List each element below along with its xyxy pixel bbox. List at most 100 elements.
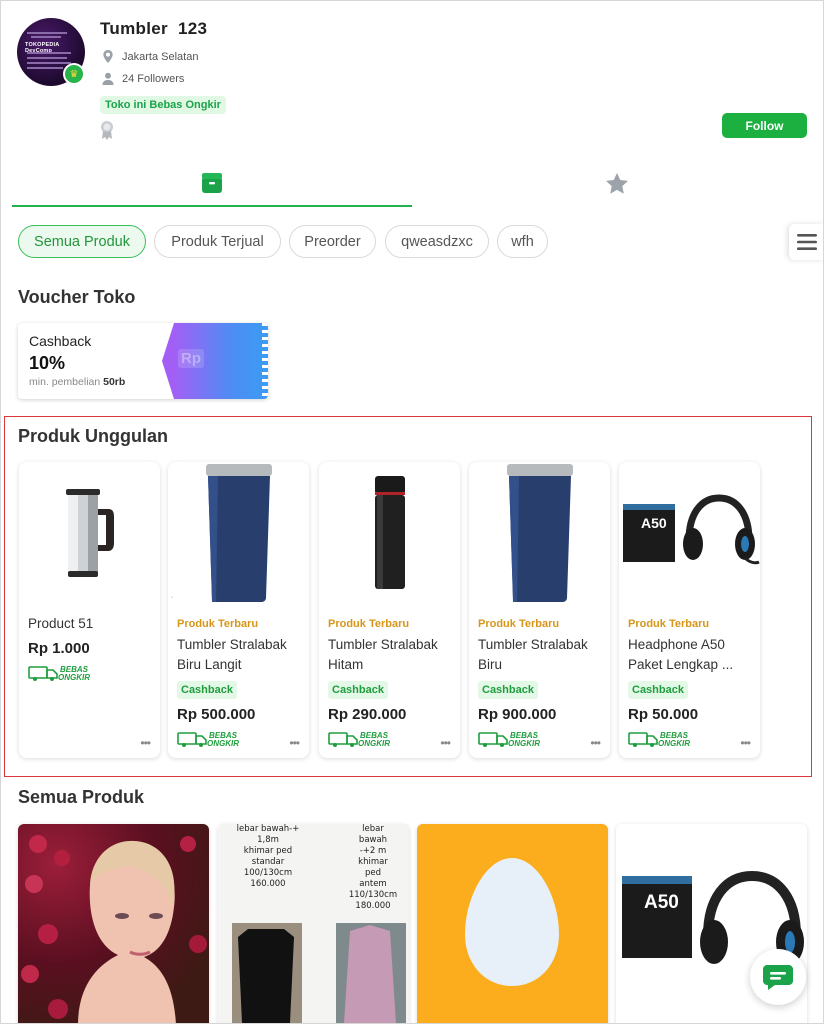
tile-text-line: 110/130cm [348,890,398,900]
cashback-badge: Cashback [628,681,688,699]
more-options-icon[interactable]: ••• [140,737,151,749]
tile-text-line: khimar [358,857,388,867]
product-image: ◔ [168,462,309,603]
chip-semua-produk[interactable]: Semua Produk [18,225,146,258]
product-card[interactable]: Product 51 Rp 1.000 BEBAS ONGKIR ••• [19,462,160,758]
cashback-badge: Cashback [177,681,237,699]
tile-text-line: lebar bawah-+ [236,824,300,834]
product-name: Headphone A50 Paket Lengkap ... [628,637,734,672]
product-label: Produk Terbaru [478,618,560,630]
product-tile[interactable] [417,824,608,1023]
blue-tumbler-image [507,464,573,602]
shop-name: Tumbler 123 [100,19,208,38]
ship-line2: ONGKIR [508,739,540,748]
product-card[interactable]: A50 Produk Terbaru Headphone A50 Paket L… [619,462,760,758]
svg-text:A50: A50 [644,892,679,913]
product-image [469,462,610,603]
tile-text-line: standar [251,857,285,867]
product-card[interactable]: Produk Terbaru Tumbler Stralabak Biru Ca… [469,462,610,758]
chat-button[interactable] [750,949,806,1005]
egg-placeholder-image [465,858,559,986]
chip-preorder[interactable]: Preorder [289,225,376,258]
shop-page: TOKOPEDIA DevComp ♛ Tumbler 123 Jakarta … [0,0,824,1024]
chip-produk-terjual[interactable]: Produk Terjual [154,225,281,258]
product-image [19,462,160,603]
free-shipping-badge-icon: BEBAS ONGKIR [28,665,90,682]
featured-section-title: Produk Unggulan [18,426,168,446]
shop-followers: 24 Followers [102,72,184,85]
steel-mug-image [65,488,114,577]
product-name: Tumbler Stralabak Biru [478,637,588,672]
tile-text-left: lebar bawah-+ 1,8m khimar ped standar 10… [228,824,308,890]
star-icon [606,173,628,194]
product-card[interactable]: Produk Terbaru Tumbler Stralabak Hitam C… [319,462,460,758]
headphone-image: A50 [623,494,760,565]
product-label: Produk Terbaru [328,618,410,630]
product-name: Tumbler Stralabak Biru Langit [177,637,287,672]
product-price: Rp 900.000 [478,706,557,723]
more-options-icon[interactable]: ••• [740,737,751,749]
hamburger-icon [797,234,817,250]
avatar-line [27,57,67,59]
chat-icon [763,965,793,990]
free-shipping-tag: Toko ini Bebas Ongkir [100,96,226,114]
avatar-line [27,62,71,64]
tile-text-right: lebar bawah -+2 m khimar ped antem 110/1… [343,824,403,912]
avatar-line [27,67,63,69]
shop-location: Jakarta Selatan [102,50,198,63]
khimar-photo [232,923,406,1023]
voucher-section-title: Voucher Toko [18,287,136,307]
location-text: Jakarta Selatan [122,50,199,63]
product-name: Product 51 [28,616,94,631]
crown-icon: ♛ [65,65,83,83]
location-pin-icon [103,50,113,63]
tile-text-line: antem [359,879,387,889]
tab-reviews[interactable] [417,161,817,207]
shop-bag-icon [202,173,222,193]
product-image: A50 [619,462,760,603]
rp-badge-icon: Rp [178,349,204,368]
tile-text-line: 1,8m [257,835,279,845]
voucher-min-purchase: min. pembelian 50rb [29,376,125,388]
voucher-value: 10% [29,353,66,373]
person-icon [102,72,114,85]
product-price: Rp 1.000 [28,640,90,657]
ship-line2: ONGKIR [207,739,239,748]
chip-qweasdzxc[interactable]: qweasdzxc [385,225,489,258]
blue-tumbler-image: ◔ [170,464,272,602]
product-price: Rp 290.000 [328,706,407,723]
follow-button[interactable]: Follow [722,113,807,138]
tile-text-line: khimar ped [243,846,293,856]
more-options-icon[interactable]: ••• [440,737,451,749]
avatar-line [27,32,67,34]
product-price: Rp 500.000 [177,706,256,723]
free-shipping-badge-icon: BEBAS ONGKIR [328,731,390,748]
voucher-notch [262,323,268,399]
free-shipping-badge-icon: BEBAS ONGKIR [478,731,540,748]
product-name: Tumbler Stralabak Hitam [328,637,438,672]
tile-text-line: 180.000 [355,901,391,911]
svg-text:◔: ◔ [170,595,173,601]
tile-text-line: 100/130cm [243,868,293,878]
product-tile[interactable]: lebar bawah-+ 1,8m khimar ped standar 10… [218,824,409,1023]
product-card[interactable]: ◔ Produk Terbaru Tumbler Stralabak Biru … [168,462,309,758]
cashback-badge: Cashback [328,681,388,699]
ship-line2: ONGKIR [658,739,690,748]
ship-line2: ONGKIR [58,673,90,682]
tab-products[interactable] [12,161,412,207]
voucher-type: Cashback [29,333,92,349]
tile-text-line: bawah [358,835,388,845]
more-options-icon[interactable]: ••• [289,737,300,749]
svg-text:A50: A50 [641,515,667,531]
tile-text-line: ped [364,868,382,878]
product-label: Produk Terbaru [628,618,710,630]
all-products-section-title: Semua Produk [18,787,145,807]
etalase-menu-button[interactable] [789,224,823,260]
product-tile[interactable] [18,824,209,1023]
product-label: Produk Terbaru [177,618,259,630]
chip-wfh[interactable]: wfh [497,225,548,258]
more-options-icon[interactable]: ••• [590,737,601,749]
product-image [319,462,460,603]
free-shipping-badge-icon: BEBAS ONGKIR [628,731,690,748]
voucher-card[interactable]: Rp Cashback 10% min. pembelian 50rb [18,323,268,399]
